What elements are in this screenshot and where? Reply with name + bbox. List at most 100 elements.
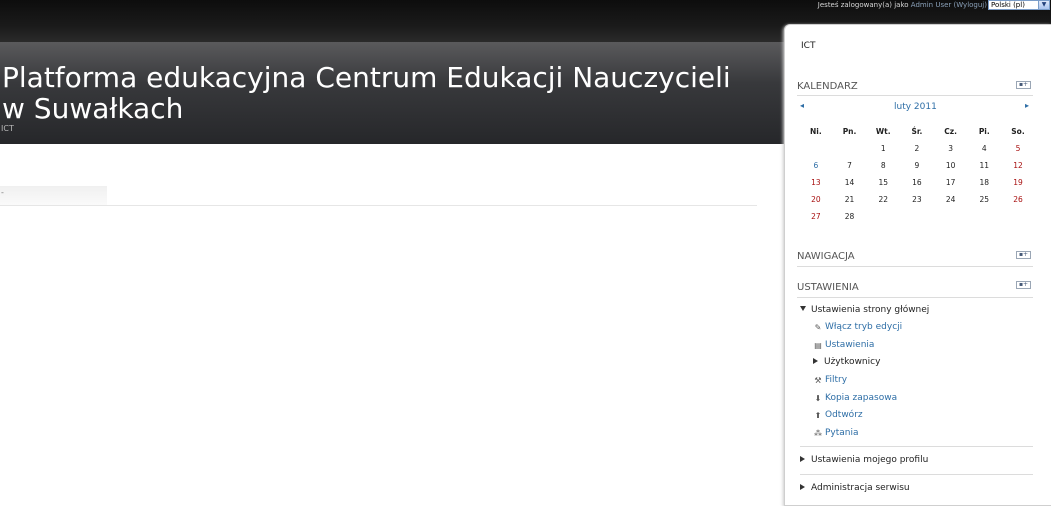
filter-icon: ⚒ [814,376,822,385]
calendar-day[interactable]: 5 [1001,140,1035,157]
calendar-day[interactable]: 20 [799,191,833,208]
tree-item-site-admin[interactable]: Administracja serwisu [800,483,910,493]
divider [800,474,1033,475]
tree-label: Ustawienia strony głównej [811,305,930,315]
calendar-day [799,140,833,157]
tree-label: Filtry [825,375,848,385]
tree-label: Odtwórz [825,410,863,420]
tree-label: Administracja serwisu [811,483,910,493]
settings-heading: USTAWIENIA [797,282,859,293]
calendar-day[interactable]: 1 [866,140,900,157]
chevron-down-icon[interactable]: ▼ [1038,1,1049,9]
tree-item-my-profile[interactable]: Ustawienia mojego profilu [800,455,928,465]
next-month-icon[interactable]: ▸ [1025,101,1029,110]
weekday-label: Cz. [944,127,957,136]
weekday-label: Wt. [875,127,891,136]
calendar-day[interactable]: 28 [833,208,867,225]
calendar-week: 20 21 22 23 24 25 26 [799,191,1035,208]
tree-label: Użytkownicy [824,357,881,367]
tree-item-questions[interactable]: ⁂ Pytania [813,428,859,438]
weekday-label: Pi. [978,127,990,136]
tree-item-front-page[interactable]: Ustawienia strony głównej [800,305,929,315]
calendar-day[interactable]: 6 [799,157,833,174]
tree-label: Ustawienia mojego profilu [811,455,929,465]
tree-label: Kopia zapasowa [825,393,898,403]
navigation-heading: NAWIGACJA [797,251,855,262]
calendar-day[interactable]: 18 [967,174,1001,191]
calendar-week: 6 7 8 9 10 11 12 [799,157,1035,174]
calendar-day[interactable]: 11 [967,157,1001,174]
divider [0,205,757,206]
calendar-day[interactable]: 13 [799,174,833,191]
calendar-day [866,208,900,225]
calendar-day [1001,208,1035,225]
pencil-icon: ✎ [814,323,822,332]
calendar-day[interactable]: 22 [866,191,900,208]
language-value: Polski (pl) [991,1,1025,9]
calendar-day[interactable]: 8 [866,157,900,174]
calendar-day[interactable]: 27 [799,208,833,225]
calendar-day[interactable]: 16 [900,174,934,191]
tree-item-filters[interactable]: ⚒ Filtry [813,375,847,385]
calendar-day[interactable]: 26 [1001,191,1035,208]
calendar-day[interactable]: 4 [967,140,1001,157]
collapsed-arrow-icon [800,484,805,490]
calendar-day[interactable]: 23 [900,191,934,208]
calendar-day[interactable]: 24 [934,191,968,208]
calendar-week: 13 14 15 16 17 18 19 [799,174,1035,191]
calendar-week: 27 28 [799,208,1035,225]
calendar-day[interactable]: 9 [900,157,934,174]
prev-month-icon[interactable]: ◂ [800,101,804,110]
calendar-day[interactable]: 25 [967,191,1001,208]
course-label: ICT [801,41,816,51]
calendar-week: 12345 [799,140,1035,157]
calendar-day[interactable]: 14 [833,174,867,191]
backup-icon: ⬇ [814,394,822,403]
login-prefix: Jesteś zalogowany(a) jako [817,1,909,9]
weekday-label: Pn. [842,127,857,136]
calendar-day[interactable]: 12 [1001,157,1035,174]
calendar-day[interactable]: 21 [833,191,867,208]
breadcrumb: ‐ [1,188,4,197]
calendar-day [967,208,1001,225]
weekday-label: Śr. [911,127,923,136]
divider [797,297,1033,298]
user-link[interactable]: Admin User [911,1,952,9]
weekday-label: Ni. [809,127,822,136]
tree-item-users[interactable]: Użytkownicy [813,357,880,367]
site-shortname: ICT [1,124,14,133]
block-toggle-icon[interactable]: ▪+ [1016,251,1031,259]
calendar-days: 1 2 3 4 5 6 7 8 9 10 11 12 13 14 15 16 17 18 19 20 21 22 23 24 2… [799,140,1035,225]
settings-doc-icon: ▤ [814,341,822,350]
divider [797,266,1033,267]
tree-item-backup[interactable]: ⬇ Kopia zapasowa [813,393,897,403]
questions-icon: ⁂ [814,429,822,438]
page-header: Platforma edukacyjna Centrum Edukacji Na… [0,42,790,144]
tree-item-restore[interactable]: ⬆ Odtwórz [813,410,863,420]
calendar-day [900,208,934,225]
logout-link[interactable]: (Wyloguj) [954,1,987,9]
calendar-day[interactable]: 19 [1001,174,1035,191]
language-select[interactable]: Polski (pl) ▼ [988,0,1050,10]
divider [797,95,1033,96]
calendar-day[interactable]: 7 [833,157,867,174]
calendar-day [934,208,968,225]
login-info: Jesteś zalogowany(a) jako Admin User (Wy… [818,1,987,9]
tree-item-settings[interactable]: ▤ Ustawienia [813,340,874,350]
block-toggle-icon[interactable]: ▪+ [1016,281,1031,289]
calendar-day[interactable]: 10 [934,157,968,174]
divider [800,446,1033,447]
calendar-month[interactable]: luty 2011 [894,102,937,112]
calendar-day[interactable]: 3 [934,140,968,157]
tree-label: Ustawienia [825,340,875,350]
tree-label: Włącz tryb edycji [825,322,903,332]
calendar-day[interactable]: 17 [934,174,968,191]
calendar-day[interactable]: 15 [866,174,900,191]
calendar-day[interactable]: 2 [900,140,934,157]
tree-label: Pytania [825,428,859,438]
weekday-label: So. [1011,127,1025,136]
calendar-grid: Ni. Pn. Wt. Śr. Cz. Pi. So. 1 2 3 4 5 6 7 8 9 10 11 12 13 1… [799,123,1035,225]
tree-item-edit-mode[interactable]: ✎ Włącz tryb edycji [813,322,903,332]
calendar-heading: KALENDARZ [797,81,858,92]
block-toggle-icon[interactable]: ▪+ [1016,81,1031,89]
